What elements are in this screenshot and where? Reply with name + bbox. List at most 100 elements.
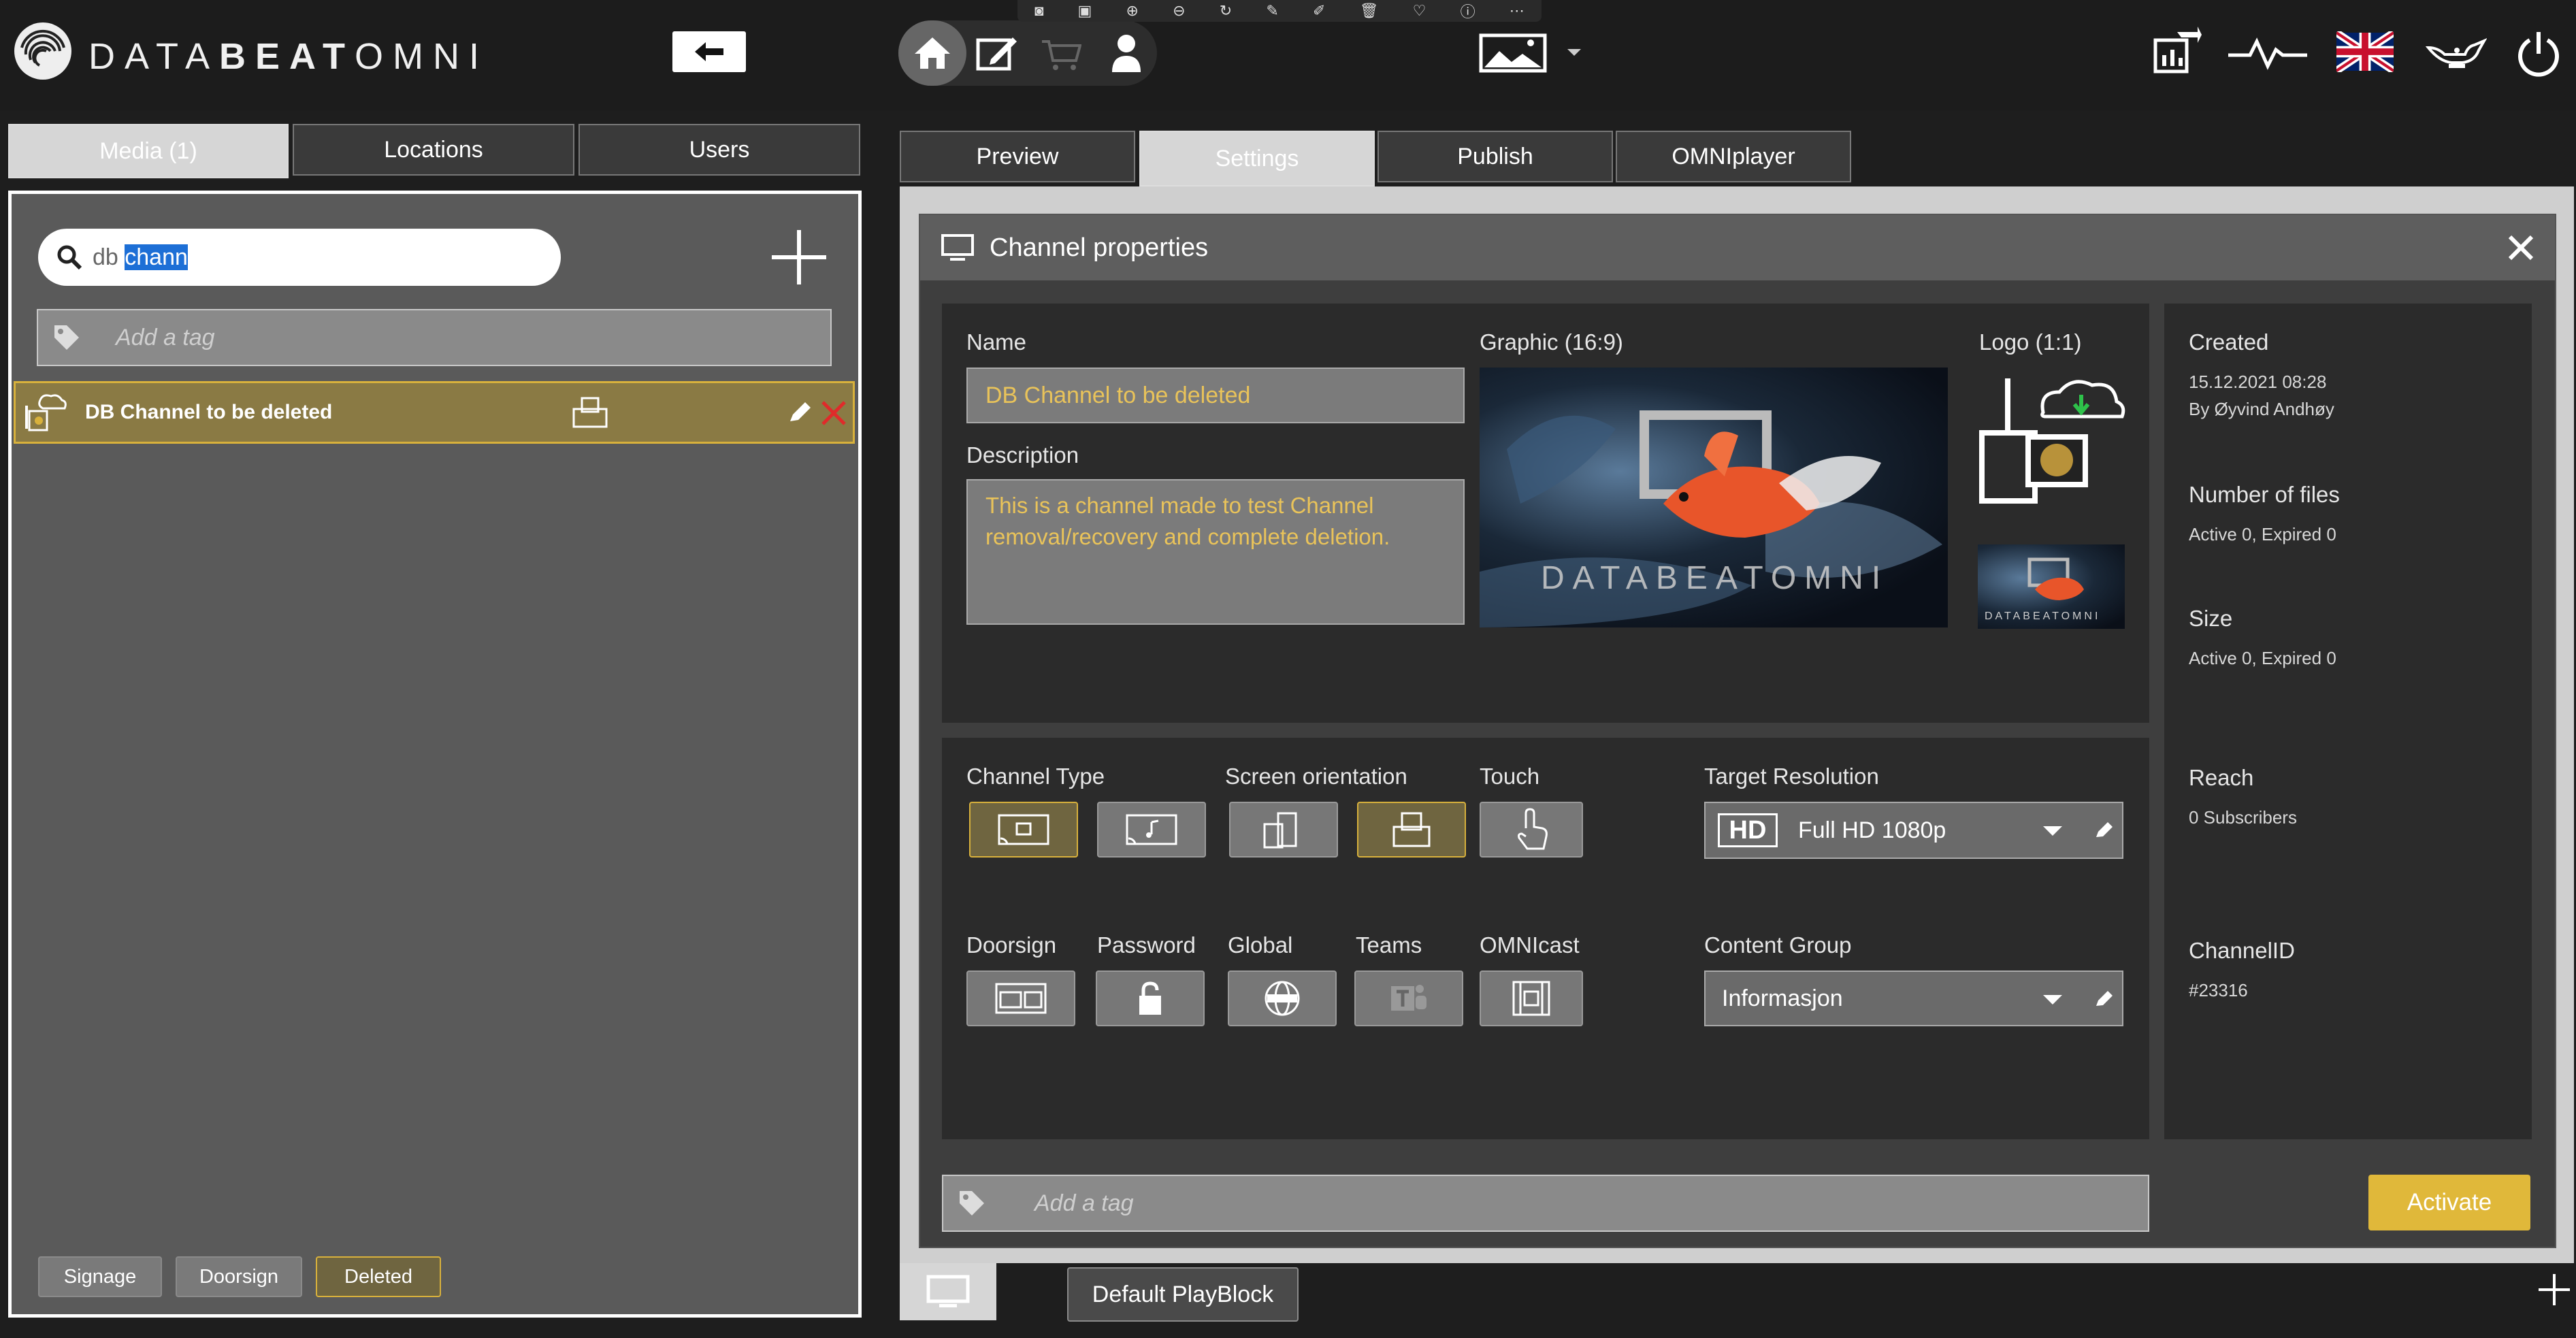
user-nav-button[interactable] [1103, 31, 1150, 75]
power-icon [2518, 32, 2559, 77]
fingerprint-logo-icon [14, 22, 71, 80]
pencil-icon[interactable] [2095, 821, 2114, 840]
tab-locations[interactable]: Locations [293, 124, 574, 176]
tag-icon [54, 325, 79, 350]
pencil-icon[interactable] [2095, 990, 2114, 1009]
back-button[interactable] [672, 31, 746, 72]
activity-button[interactable] [2226, 34, 2310, 72]
tab-publish[interactable]: Publish [1377, 131, 1613, 182]
name-value: DB Channel to be deleted [985, 382, 1251, 408]
edit-icon[interactable]: ✎ [1266, 2, 1278, 20]
global-button[interactable] [1228, 970, 1337, 1026]
tab-media[interactable]: Media (1) [8, 124, 289, 178]
pen-icon[interactable]: ✐ [1313, 2, 1325, 20]
screenshot-icon[interactable]: ▣ [1078, 2, 1092, 20]
reach-value: 0 Subscribers [2189, 807, 2297, 828]
chevron-down-icon [2043, 826, 2062, 836]
media-list-item[interactable]: DB Channel to be deleted [14, 381, 855, 444]
home-button[interactable] [898, 20, 966, 86]
channel-type-signage-button[interactable] [969, 802, 1078, 858]
language-button[interactable] [2336, 30, 2394, 74]
search-input[interactable]: db chann [93, 244, 188, 271]
zoom-in-icon[interactable]: ⊕ [1126, 2, 1139, 20]
omnicast-button[interactable] [1480, 970, 1583, 1026]
plus-icon [772, 230, 826, 284]
heart-icon[interactable]: ♡ [1413, 2, 1426, 20]
add-playblock-button[interactable] [2536, 1271, 2573, 1308]
password-label: Password [1097, 932, 1196, 958]
rotate-icon[interactable]: ↻ [1220, 2, 1232, 20]
add-button[interactable] [768, 226, 830, 289]
resolution-select[interactable]: HD Full HD 1080p [1704, 802, 2123, 859]
touch-label: Touch [1480, 764, 1540, 789]
brand-suffix: OMNI [355, 36, 489, 77]
tab-settings[interactable]: Settings [1139, 131, 1375, 186]
edit-nav-button[interactable] [973, 31, 1021, 75]
tab-preview[interactable]: Preview [900, 131, 1135, 182]
portrait-orientation-icon [1263, 812, 1297, 849]
cart-icon [1042, 40, 1081, 70]
display-image-selector[interactable] [1476, 31, 1550, 75]
tag-input[interactable]: Add a tag [37, 309, 832, 366]
channel-tag-input[interactable]: Add a tag [942, 1175, 2149, 1232]
landscape-orientation-icon [1392, 812, 1431, 847]
channel-type-music-button[interactable] [1097, 802, 1206, 858]
channelid-label: ChannelID [2189, 938, 2295, 963]
close-icon[interactable] [2507, 234, 2534, 261]
name-label: Name [966, 329, 1027, 355]
signage-cast-icon [998, 814, 1049, 845]
filter-doorsign[interactable]: Doorsign [176, 1256, 302, 1297]
graphic-image[interactable]: DATABEATOMNI [1480, 368, 1948, 627]
svg-text:DATABEATOMNI: DATABEATOMNI [1985, 610, 2100, 622]
description-field[interactable]: This is a channel made to test Channel r… [966, 479, 1465, 625]
pencil-icon[interactable] [787, 401, 812, 425]
logo-image[interactable] [1978, 372, 2127, 508]
panel-title: Channel properties [990, 233, 1209, 262]
activate-button[interactable]: Activate [2368, 1175, 2530, 1230]
teams-button[interactable] [1354, 970, 1463, 1026]
touch-hand-icon [1518, 808, 1548, 850]
cart-nav-button[interactable] [1037, 34, 1085, 75]
touch-button[interactable] [1480, 802, 1583, 858]
delete-icon[interactable]: 🗑 [1360, 2, 1379, 20]
pulse-icon [2228, 37, 2307, 70]
camera-icon[interactable]: ◙ [1034, 2, 1043, 20]
brand-name: DATABEATOMNI [88, 35, 489, 78]
omnicast-label: OMNIcast [1480, 932, 1580, 958]
landscape-orientation-icon [572, 397, 608, 428]
logo-thumbnail-graphic: DATABEATOMNI [1985, 557, 2100, 622]
chevron-down-icon[interactable] [1564, 42, 1584, 63]
password-button[interactable] [1096, 970, 1205, 1026]
orientation-portrait-button[interactable] [1229, 802, 1338, 858]
tag-icon [960, 1191, 984, 1215]
genie-button[interactable] [2423, 31, 2488, 75]
filter-signage[interactable]: Signage [38, 1256, 162, 1297]
name-field[interactable]: DB Channel to be deleted [966, 368, 1465, 423]
user-icon [1112, 35, 1141, 72]
screen-preview-button[interactable] [900, 1263, 996, 1320]
logo-thumbnail[interactable]: DATABEATOMNI [1978, 544, 2125, 629]
info-icon[interactable]: ⓘ [1461, 0, 1476, 22]
tab-omniplayer[interactable]: OMNIplayer [1616, 131, 1851, 182]
files-label: Number of files [2189, 482, 2340, 507]
teams-icon [1391, 985, 1426, 1011]
doorsign-button[interactable] [966, 970, 1075, 1026]
content-group-select[interactable]: Informasjon [1704, 970, 2123, 1026]
brand-prefix: DATA [88, 36, 220, 77]
zoom-out-icon[interactable]: ⊖ [1173, 2, 1185, 20]
logo-label: Logo (1:1) [1979, 329, 2082, 355]
search-box[interactable]: db chann [38, 229, 561, 286]
arrow-left-icon [695, 42, 723, 61]
more-icon[interactable]: ⋯ [1510, 2, 1525, 20]
analytics-button[interactable] [2151, 20, 2205, 78]
tab-users[interactable]: Users [578, 124, 860, 176]
default-playblock-button[interactable]: Default PlayBlock [1067, 1267, 1299, 1322]
monitor-icon [926, 1275, 970, 1307]
power-button[interactable] [2513, 27, 2564, 79]
filter-deleted[interactable]: Deleted [316, 1256, 441, 1297]
delete-x-icon[interactable] [820, 399, 847, 427]
content-group-value: Informasjon [1722, 985, 1843, 1011]
graphic-watermark: DATABEATOMNI [1541, 560, 1889, 596]
brand-logo[interactable] [12, 20, 74, 82]
orientation-landscape-button[interactable] [1357, 802, 1466, 858]
